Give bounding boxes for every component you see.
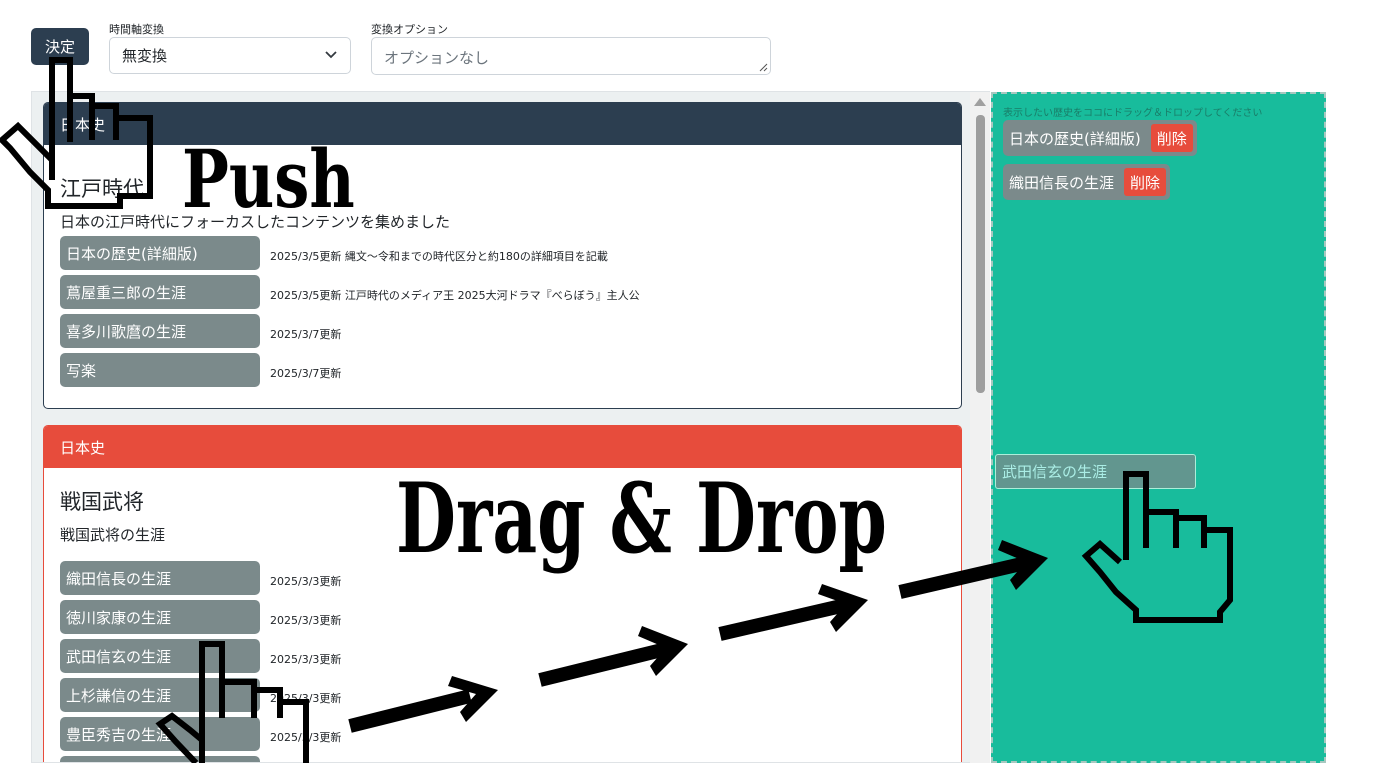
option-textarea[interactable]: オプションなし — [371, 37, 771, 75]
scrollbar[interactable] — [970, 92, 990, 763]
list-item[interactable] — [60, 756, 260, 762]
draggable-item[interactable]: 蔦屋重三郎の生涯 — [60, 275, 260, 309]
delete-button[interactable]: 削除 — [1124, 168, 1167, 196]
item-note: 2025/3/7更新 — [270, 367, 342, 380]
card-header: 日本史 — [44, 426, 961, 468]
item-note: 2025/3/5更新 江戸時代のメディア王 2025大河ドラマ『べらぼう』主人公 — [270, 289, 640, 302]
option-label: 変換オプション — [371, 23, 448, 36]
selected-item-label: 織田信長の生涯 — [1009, 173, 1115, 192]
card-header: 日本史 — [44, 103, 961, 145]
list-item[interactable]: 日本の歴史(詳細版) 2025/3/5更新 縄文～令和までの時代区分と約180の… — [60, 236, 608, 270]
card-title: 戦国武将 — [60, 490, 144, 514]
list-item[interactable]: 写楽 2025/3/7更新 — [60, 353, 341, 387]
item-note: 2025/3/3更新 — [270, 731, 342, 744]
time-axis-value: 無変換 — [122, 47, 168, 65]
list-item[interactable]: 武田信玄の生涯 2025/3/3更新 — [60, 639, 341, 673]
item-note: 2025/3/3更新 — [270, 653, 342, 666]
card-edo: 日本史 江戸時代 日本の江戸時代にフォーカスしたコンテンツを集めました 日本の歴… — [43, 102, 962, 409]
draggable-item[interactable]: 上杉謙信の生涯 — [60, 678, 260, 712]
card-title: 江戸時代 — [60, 177, 144, 201]
list-item[interactable]: 豊臣秀吉の生涯 2025/3/3更新 — [60, 717, 341, 751]
item-note: 2025/3/3更新 — [270, 575, 342, 588]
time-axis-label: 時間軸変換 — [109, 23, 164, 36]
selected-item-label: 日本の歴史(詳細版) — [1009, 129, 1141, 148]
list-item[interactable]: 徳川家康の生涯 2025/3/3更新 — [60, 600, 341, 634]
selected-item[interactable]: 織田信長の生涯 削除 — [1003, 164, 1171, 200]
card-sengoku: 日本史 戦国武将 戦国武将の生涯 織田信長の生涯 2025/3/3更新 徳川家康… — [43, 425, 962, 762]
item-note: 2025/3/7更新 — [270, 328, 342, 341]
delete-button[interactable]: 削除 — [1150, 124, 1193, 152]
dragging-item[interactable]: 武田信玄の生涯 — [995, 454, 1196, 489]
scroll-thumb[interactable] — [976, 115, 985, 393]
list-item[interactable]: 上杉謙信の生涯 2025/3/3更新 — [60, 678, 341, 712]
list-item[interactable]: 織田信長の生涯 2025/3/3更新 — [60, 561, 341, 595]
draggable-item[interactable]: 写楽 — [60, 353, 260, 387]
chevron-down-icon — [325, 51, 337, 59]
item-note: 2025/3/5更新 縄文～令和までの時代区分と約180の詳細項目を記載 — [270, 250, 608, 263]
draggable-item[interactable]: 豊臣秀吉の生涯 — [60, 717, 260, 751]
decide-button[interactable]: 決定 — [31, 28, 89, 65]
draggable-item[interactable]: 武田信玄の生涯 — [60, 639, 260, 673]
card-subtitle: 日本の江戸時代にフォーカスしたコンテンツを集めました — [60, 213, 451, 231]
list-item[interactable]: 喜多川歌麿の生涯 2025/3/7更新 — [60, 314, 341, 348]
scroll-up-icon[interactable] — [974, 98, 986, 106]
card-subtitle: 戦国武将の生涯 — [60, 526, 166, 544]
draggable-item[interactable]: 織田信長の生涯 — [60, 561, 260, 595]
item-note: 2025/3/3更新 — [270, 692, 342, 705]
catalog-panel: 日本史 江戸時代 日本の江戸時代にフォーカスしたコンテンツを集めました 日本の歴… — [31, 91, 990, 763]
option-placeholder: オプションなし — [384, 49, 490, 67]
draggable-item[interactable] — [60, 756, 260, 762]
drop-zone[interactable]: 表示したい歴史をココにドラッグ＆ドロップしてください 日本の歴史(詳細版) 削除… — [991, 92, 1326, 763]
list-item[interactable]: 蔦屋重三郎の生涯 2025/3/5更新 江戸時代のメディア王 2025大河ドラマ… — [60, 275, 640, 309]
selected-item[interactable]: 日本の歴史(詳細版) 削除 — [1003, 120, 1197, 156]
time-axis-select[interactable]: 無変換 — [109, 37, 351, 74]
item-note: 2025/3/3更新 — [270, 614, 342, 627]
resize-grip-icon[interactable] — [759, 63, 768, 72]
draggable-item[interactable]: 喜多川歌麿の生涯 — [60, 314, 260, 348]
draggable-item[interactable]: 日本の歴史(詳細版) — [60, 236, 260, 270]
drop-hint: 表示したい歴史をココにドラッグ＆ドロップしてください — [1003, 108, 1263, 119]
draggable-item[interactable]: 徳川家康の生涯 — [60, 600, 260, 634]
